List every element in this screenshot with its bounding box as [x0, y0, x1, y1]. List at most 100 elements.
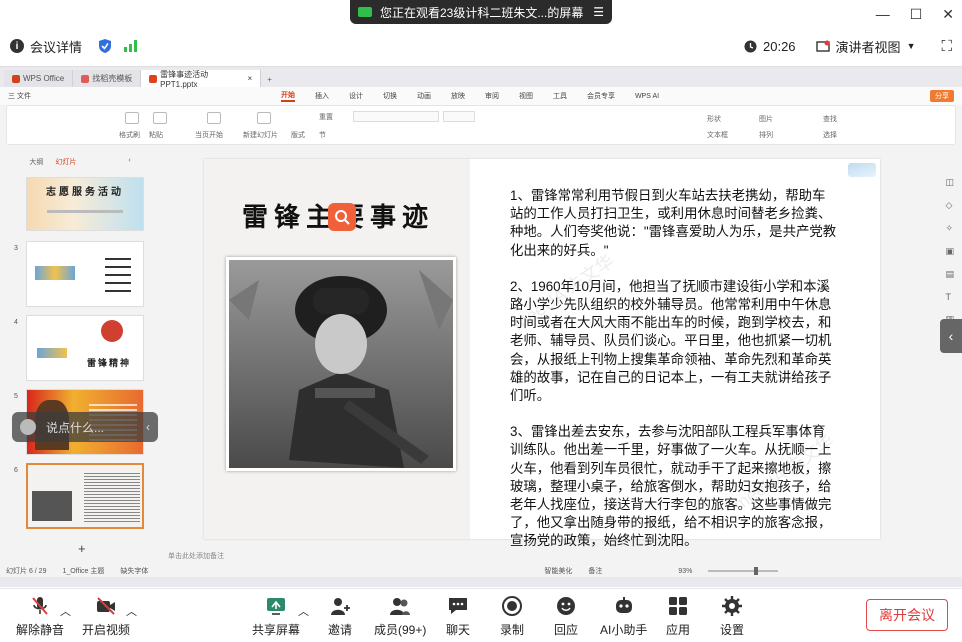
ai-assistant-button[interactable]: AI小助手	[600, 595, 647, 638]
play-icon[interactable]	[207, 112, 221, 124]
paste-icon[interactable]	[153, 112, 167, 124]
menu-insert[interactable]: 插入	[315, 91, 329, 101]
invite-label: 邀请	[328, 623, 353, 637]
slide-thumb-3[interactable]	[26, 241, 144, 307]
chevron-up-icon[interactable]: ︿	[60, 603, 71, 619]
close-tab-icon[interactable]: ×	[248, 74, 253, 83]
meeting-info-link[interactable]: 会议详情	[30, 37, 82, 56]
expand-panel-button[interactable]: ‹	[940, 319, 962, 353]
picture-button[interactable]: 图片	[759, 114, 773, 124]
slide-number: 4	[14, 319, 18, 326]
slide-thumb-2[interactable]: 志愿服务活动	[26, 177, 144, 231]
current-slide-button[interactable]: 当页开始	[195, 130, 223, 140]
banner-text: 您正在观看23级计科二班朱文...的屏幕	[380, 5, 584, 20]
chevron-up-icon[interactable]: ︿	[126, 603, 137, 619]
invite-icon	[331, 598, 350, 615]
members-label: 成员(99+)	[374, 623, 427, 637]
start-video-button[interactable]: 开启视频	[82, 595, 130, 638]
select-button[interactable]: 选择	[823, 130, 837, 140]
section-button[interactable]: 节	[319, 130, 326, 140]
notes-toggle[interactable]: 备注	[588, 566, 602, 576]
os-taskbar	[0, 577, 962, 587]
new-slide-icon[interactable]	[257, 112, 271, 124]
slide-thumb-6[interactable]	[26, 463, 144, 529]
record-button[interactable]: 录制	[500, 595, 524, 638]
apps-button[interactable]: 应用	[666, 595, 690, 638]
slide-body[interactable]: 1、雷锋常常利用节假日到火车站去扶老携幼，帮助车站的工作人员打扫卫生，或利用休息…	[510, 187, 838, 569]
format-painter-button[interactable]: 格式刷	[119, 130, 140, 140]
collapse-chat-icon[interactable]: ‹	[146, 420, 150, 434]
menu-review[interactable]: 审阅	[485, 91, 499, 101]
wps-window: WPS Office 找稻壳模板 雷锋事迹活动PPT1.pptx × + 三 文件…	[0, 66, 962, 587]
new-tab-icon[interactable]: +	[261, 75, 278, 87]
reset-button[interactable]: 重置	[319, 112, 333, 122]
format-icon[interactable]: ◫	[945, 177, 954, 188]
menu-transition[interactable]: 切换	[383, 91, 397, 101]
menu-view[interactable]: 视图	[519, 91, 533, 101]
font-missing[interactable]: 缺失字体	[120, 566, 148, 576]
unmute-button[interactable]: 解除静音	[16, 595, 64, 638]
collapse-icon[interactable]: ‹	[128, 157, 130, 167]
menu-tools[interactable]: 工具	[553, 91, 567, 101]
chat-input-pill[interactable]: 说点什么... ‹	[12, 412, 158, 442]
tab-templates[interactable]: 找稻壳模板	[73, 70, 142, 87]
tab-slides[interactable]: 幻灯片	[55, 157, 76, 167]
chat-button[interactable]: 聊天	[446, 595, 470, 638]
ppt-icon	[149, 74, 158, 83]
zoom-slider[interactable]	[708, 567, 779, 575]
shape-icon[interactable]: ◇	[945, 200, 954, 211]
menu-animation[interactable]: 动画	[417, 91, 431, 101]
shield-icon[interactable]	[98, 38, 112, 54]
picture-icon[interactable]: ▣	[945, 246, 954, 257]
smart-beautify[interactable]: 智能美化	[544, 566, 572, 576]
invite-button[interactable]: 邀请	[328, 595, 352, 638]
chat-label: 聊天	[446, 623, 471, 637]
presenter-view-button[interactable]: 演讲者视图	[836, 37, 901, 56]
text-icon[interactable]: T	[945, 292, 954, 302]
tab-wps-office[interactable]: WPS Office	[4, 70, 74, 87]
font-size-select[interactable]	[443, 111, 475, 122]
chart-icon[interactable]: ▤	[945, 269, 954, 280]
notes-area[interactable]: 单击此处添加备注	[168, 551, 224, 561]
chevron-down-icon[interactable]: ▼	[907, 41, 916, 51]
wps-ai-button[interactable]: WPS AI	[635, 93, 659, 100]
chevron-up-icon[interactable]: ︿	[298, 603, 309, 619]
menu-design[interactable]: 设计	[349, 91, 363, 101]
close-button[interactable]: ✕	[942, 6, 954, 23]
apps-label: 应用	[666, 623, 691, 637]
menu-member[interactable]: 会员专享	[587, 91, 615, 101]
tab-outline[interactable]: 大纲	[29, 157, 43, 167]
reaction-button[interactable]: 回应	[554, 595, 578, 638]
tab-ppt-file[interactable]: 雷锋事迹活动PPT1.pptx ×	[141, 70, 262, 89]
signal-icon[interactable]	[124, 40, 138, 52]
share-button[interactable]: 分享	[930, 90, 954, 102]
zoom-slider-handle[interactable]	[754, 567, 759, 575]
minimize-button[interactable]: —	[876, 6, 890, 23]
zoom-level[interactable]: 93%	[678, 568, 692, 575]
format-painter-icon[interactable]	[125, 112, 139, 124]
leave-meeting-button[interactable]: 离开会议	[866, 599, 948, 631]
menu-start[interactable]: 开始	[280, 90, 295, 102]
shapes-button[interactable]: 形状	[707, 114, 721, 124]
arrange-button[interactable]: 排列	[759, 130, 773, 140]
members-button[interactable]: 成员(99+)	[374, 595, 426, 638]
find-button[interactable]: 查找	[823, 114, 837, 124]
menu-slideshow[interactable]: 放映	[451, 91, 465, 101]
slide-thumb-4[interactable]: 雷锋精神	[26, 315, 144, 381]
fullscreen-icon[interactable]: ⛶	[941, 38, 952, 55]
layout-button[interactable]: 版式	[291, 130, 305, 140]
maximize-button[interactable]: ☐	[910, 6, 923, 23]
settings-button[interactable]: 设置	[720, 595, 744, 638]
animation-icon[interactable]: ✧	[945, 223, 954, 234]
menu-icon[interactable]: ☰	[593, 5, 604, 19]
share-screen-button[interactable]: 共享屏幕	[252, 595, 300, 638]
paste-button[interactable]: 粘贴	[149, 130, 163, 140]
emoji-icon[interactable]	[20, 419, 36, 435]
slide-canvas[interactable]: 雷锋主要事迹 1、雷锋常常利用节假日到火车站去扶老携幼，帮助车站的工作人员打扫卫…	[204, 159, 880, 548]
add-slide-button[interactable]: +	[78, 541, 86, 556]
textbox-button[interactable]: 文本框	[707, 130, 728, 140]
file-menu[interactable]: 三 文件	[8, 91, 31, 101]
portrait-photo[interactable]	[226, 257, 456, 471]
new-slide-button[interactable]: 新建幻灯片	[243, 130, 278, 140]
font-family-select[interactable]	[353, 111, 439, 122]
